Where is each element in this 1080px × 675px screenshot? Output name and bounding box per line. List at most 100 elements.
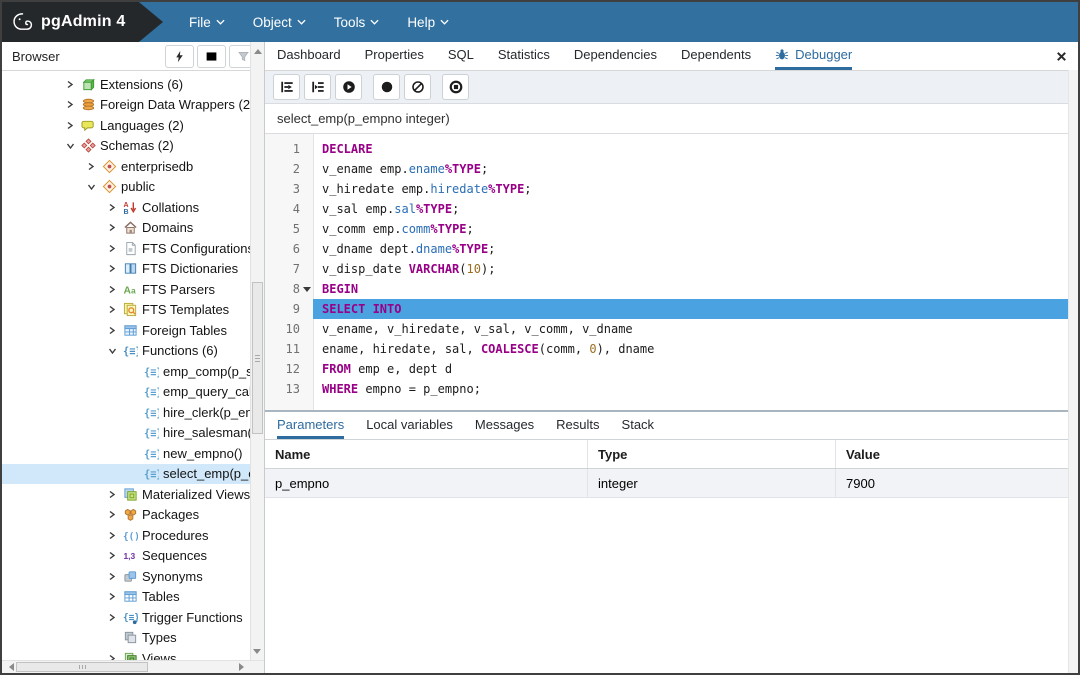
code-line-10[interactable]: 10v_ename, v_hiredate, v_sal, v_comm, v_…: [265, 319, 1078, 339]
tab-dashboard[interactable]: Dashboard: [277, 42, 341, 70]
code-line-text[interactable]: SELECT INTO: [313, 299, 1078, 319]
step-over-button[interactable]: [304, 74, 331, 100]
scroll-left-arrow[interactable]: [5, 663, 14, 671]
tree-item-fts-templates[interactable]: FTS Templates: [2, 300, 264, 321]
close-panel-button[interactable]: [1055, 50, 1068, 63]
chevron-right-icon[interactable]: [108, 203, 122, 212]
tree-horizontal-scrollbar[interactable]: [2, 660, 264, 673]
tree-item-sequences[interactable]: 1,3Sequences: [2, 546, 264, 567]
code-line-text[interactable]: ename, hiredate, sal, COALESCE(comm, 0),…: [313, 339, 1078, 359]
main-vertical-scrollbar[interactable]: [1068, 70, 1078, 673]
scroll-down-arrow[interactable]: [253, 649, 261, 658]
code-line-text[interactable]: v_ename, v_hiredate, v_sal, v_comm, v_dn…: [313, 319, 1078, 339]
quick-search-button[interactable]: [165, 45, 194, 68]
tree-item-tables[interactable]: Tables: [2, 587, 264, 608]
chevron-right-icon[interactable]: [108, 223, 122, 232]
tree-item-enterprisedb[interactable]: enterprisedb: [2, 156, 264, 177]
chevron-right-icon[interactable]: [108, 244, 122, 253]
toggle-breakpoint-button[interactable]: [373, 74, 400, 100]
code-line-13[interactable]: 13WHERE empno = p_empno;: [265, 379, 1078, 399]
vertical-scroll-thumb[interactable]: [252, 282, 263, 434]
tree-item-collations[interactable]: ABCollations: [2, 197, 264, 218]
chevron-right-icon[interactable]: [108, 572, 122, 581]
gutter-line-number-10[interactable]: 10: [265, 319, 313, 339]
fold-marker-icon[interactable]: [303, 287, 311, 296]
scroll-right-arrow[interactable]: [239, 663, 248, 671]
chevron-right-icon[interactable]: [108, 551, 122, 560]
tree-item-fts-parsers[interactable]: AaFTS Parsers: [2, 279, 264, 300]
tree-item-foreign-tables[interactable]: Foreign Tables: [2, 320, 264, 341]
code-line-3[interactable]: 3v_hiredate emp.hiredate%TYPE;: [265, 179, 1078, 199]
gutter-line-number-11[interactable]: 11: [265, 339, 313, 359]
tab-dependencies[interactable]: Dependencies: [574, 42, 657, 70]
tree-item-packages[interactable]: Packages: [2, 505, 264, 526]
clear-breakpoints-button[interactable]: [404, 74, 431, 100]
chevron-down-icon[interactable]: [66, 142, 80, 150]
chevron-right-icon[interactable]: [108, 305, 122, 314]
code-line-text[interactable]: BEGIN: [313, 279, 1078, 299]
chevron-right-icon[interactable]: [108, 490, 122, 499]
tree-item-domains[interactable]: Domains: [2, 218, 264, 239]
code-line-7[interactable]: 7v_disp_date VARCHAR(10);: [265, 259, 1078, 279]
tree-item-fts-dictionaries[interactable]: FTS Dictionaries: [2, 259, 264, 280]
code-line-text[interactable]: WHERE empno = p_empno;: [313, 379, 1078, 399]
code-line-text[interactable]: v_disp_date VARCHAR(10);: [313, 259, 1078, 279]
code-line-4[interactable]: 4v_sal emp.sal%TYPE;: [265, 199, 1078, 219]
chevron-right-icon[interactable]: [66, 80, 80, 89]
code-line-5[interactable]: 5v_comm emp.comm%TYPE;: [265, 219, 1078, 239]
gutter-line-number-1[interactable]: 1: [265, 139, 313, 159]
code-line-12[interactable]: 12FROM emp e, dept d: [265, 359, 1078, 379]
chevron-down-icon[interactable]: [87, 183, 101, 191]
step-into-button[interactable]: [273, 74, 300, 100]
tab-properties[interactable]: Properties: [365, 42, 424, 70]
code-line-2[interactable]: 2v_ename emp.ename%TYPE;: [265, 159, 1078, 179]
gutter-line-number-5[interactable]: 5: [265, 219, 313, 239]
bottom-tab-parameters[interactable]: Parameters: [277, 412, 344, 439]
tree-item-public[interactable]: public: [2, 177, 264, 198]
tab-dependents[interactable]: Dependents: [681, 42, 751, 70]
chevron-right-icon[interactable]: [108, 592, 122, 601]
bottom-tab-local-variables[interactable]: Local variables: [366, 412, 453, 439]
chevron-down-icon[interactable]: [108, 347, 122, 355]
code-line-9[interactable]: 9SELECT INTO: [265, 299, 1078, 319]
chevron-right-icon[interactable]: [108, 613, 122, 622]
continue-button[interactable]: [335, 74, 362, 100]
gutter-line-number-8[interactable]: 8: [265, 279, 313, 299]
code-line-text[interactable]: v_comm emp.comm%TYPE;: [313, 219, 1078, 239]
chevron-right-icon[interactable]: [66, 121, 80, 130]
tree-item-procedures[interactable]: {()}Procedures: [2, 525, 264, 546]
menu-tools[interactable]: Tools: [334, 15, 380, 30]
gutter-line-number-12[interactable]: 12: [265, 359, 313, 379]
menu-help[interactable]: Help: [407, 15, 449, 30]
bottom-tab-results[interactable]: Results: [556, 412, 599, 439]
tree-item-materialized-views[interactable]: Materialized Views: [2, 484, 264, 505]
code-line-text[interactable]: FROM emp e, dept d: [313, 359, 1078, 379]
tree-item-emp-query-calle[interactable]: {≡}emp_query_calle: [2, 382, 264, 403]
menu-file[interactable]: File: [189, 15, 225, 30]
chevron-right-icon[interactable]: [108, 326, 122, 335]
tab-statistics[interactable]: Statistics: [498, 42, 550, 70]
tree-item-languages-2[interactable]: Languages (2): [2, 115, 264, 136]
code-line-11[interactable]: 11ename, hiredate, sal, COALESCE(comm, 0…: [265, 339, 1078, 359]
code-line-text[interactable]: v_ename emp.ename%TYPE;: [313, 159, 1078, 179]
gutter-line-number-4[interactable]: 4: [265, 199, 313, 219]
code-line-text[interactable]: v_hiredate emp.hiredate%TYPE;: [313, 179, 1078, 199]
tree-item-types[interactable]: Types: [2, 628, 264, 649]
code-line-8[interactable]: 8BEGIN: [265, 279, 1078, 299]
tree-item-foreign-data-wrappers-2[interactable]: Foreign Data Wrappers (2): [2, 95, 264, 116]
tree-item-hire-clerk-p-enar[interactable]: {≡}hire_clerk(p_enar: [2, 402, 264, 423]
tree-item-hire-salesman-p[interactable]: {≡}hire_salesman(p_: [2, 423, 264, 444]
chevron-right-icon[interactable]: [108, 285, 122, 294]
chevron-right-icon[interactable]: [66, 100, 80, 109]
menu-object[interactable]: Object: [253, 15, 306, 30]
horizontal-scroll-thumb[interactable]: [16, 662, 148, 672]
tree-item-trigger-functions[interactable]: {≡}Trigger Functions: [2, 607, 264, 628]
code-line-text[interactable]: DECLARE: [313, 139, 1078, 159]
gutter-line-number-9[interactable]: 9: [265, 299, 313, 319]
scroll-up-arrow[interactable]: [254, 45, 262, 54]
gutter-line-number-6[interactable]: 6: [265, 239, 313, 259]
code-line-1[interactable]: 1DECLARE: [265, 139, 1078, 159]
tree-item-functions-6[interactable]: {≡}Functions (6): [2, 341, 264, 362]
bottom-tab-stack[interactable]: Stack: [622, 412, 655, 439]
chevron-right-icon[interactable]: [108, 531, 122, 540]
